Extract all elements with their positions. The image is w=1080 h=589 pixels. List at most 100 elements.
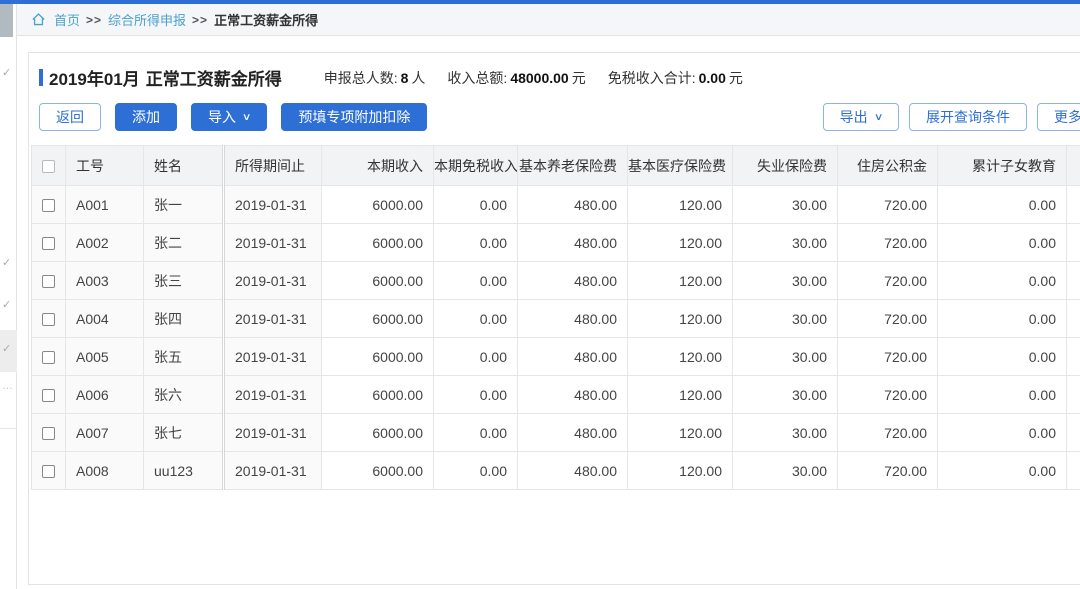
- cell-checkbox: [31, 261, 66, 300]
- table-cell: 30.00: [732, 261, 838, 300]
- table-cell: 0.00: [937, 261, 1067, 300]
- table-cell: 张七: [143, 413, 224, 452]
- chevron-down-icon: ∨: [873, 111, 884, 123]
- row-checkbox[interactable]: [42, 275, 55, 289]
- table-cell: 0.00: [433, 185, 518, 224]
- table-cell: A004: [65, 299, 144, 338]
- table-cell: 480.00: [517, 451, 628, 490]
- table-cell: 2019-01-31: [222, 299, 322, 338]
- table-cell: 6000.00: [321, 337, 434, 376]
- table-cell: 0.00: [433, 337, 518, 376]
- table-cell: A006: [65, 375, 144, 414]
- table-cell: 480.00: [517, 337, 628, 376]
- table-cell: 480.00: [517, 375, 628, 414]
- table-cell: 30.00: [732, 185, 838, 224]
- row-checkbox[interactable]: [42, 465, 55, 479]
- row-checkbox[interactable]: [42, 313, 55, 327]
- add-button[interactable]: 添加: [115, 103, 177, 131]
- cell-filler: [1066, 451, 1080, 490]
- stat-total-income: 收入总额: 48000.00 元: [447, 68, 585, 88]
- header-row: 工号 姓名 所得期间止 本期收入 本期免税收入 基本养老保险费 基本医疗保险费 失业保险费 住房…: [31, 145, 1080, 186]
- prefill-special-deduction-button[interactable]: 预填专项附加扣除: [281, 103, 428, 131]
- select-all-checkbox[interactable]: [42, 160, 55, 174]
- collapsed-sidebar[interactable]: ✓ ✓ ✓ ✓ …: [0, 4, 17, 589]
- toolbar: 返回 添加 导入 ∨ 预填专项附加扣除 导出 ∨ 展开查询条件 更多操作: [29, 103, 1080, 131]
- row-checkbox[interactable]: [42, 389, 55, 403]
- table-cell: 720.00: [837, 451, 938, 490]
- row-checkbox[interactable]: [42, 427, 55, 441]
- table-cell: 0.00: [433, 451, 518, 490]
- sidebar-collapsed-item-icon[interactable]: ✓: [2, 66, 11, 79]
- row-checkbox[interactable]: [42, 237, 55, 251]
- table-cell: 30.00: [732, 223, 838, 262]
- table-cell: 0.00: [433, 261, 518, 300]
- sidebar-ellipsis-icon: …: [2, 380, 14, 392]
- header-cell-checkbox: [31, 145, 66, 186]
- home-icon[interactable]: [31, 12, 46, 27]
- import-dropdown-button[interactable]: 导入 ∨: [191, 103, 268, 131]
- table-cell: A005: [65, 337, 144, 376]
- table-row: A006 张六 2019-01-31 6000.00 0.00 480.00 120.00 3…: [31, 375, 1080, 414]
- summary-stats: 申报总人数: 8 人 收入总额: 48000.00 元 免税收入合计: 0.00 元: [324, 68, 743, 88]
- table-row: A001 张一 2019-01-31 6000.00 0.00 480.00 120.00 3…: [31, 185, 1080, 224]
- table-cell: 6000.00: [321, 413, 434, 452]
- cell-checkbox: [31, 223, 66, 262]
- table-cell: 0.00: [433, 375, 518, 414]
- table-cell: 120.00: [627, 261, 733, 300]
- table-cell: 2019-01-31: [222, 337, 322, 376]
- table-cell: 6000.00: [321, 261, 434, 300]
- cell-filler: [1066, 261, 1080, 300]
- table-cell: 720.00: [837, 261, 938, 300]
- main-panel: 2019年01月 正常工资薪金所得 申报总人数: 8 人 收入总额: 48000.00 元…: [28, 52, 1080, 585]
- table-cell: 30.00: [732, 451, 838, 490]
- table-cell: 30.00: [732, 337, 838, 376]
- table-cell: 120.00: [627, 223, 733, 262]
- expand-query-button[interactable]: 展开查询条件: [909, 103, 1027, 131]
- breadcrumb-separator: >>: [192, 12, 209, 27]
- table-cell: 0.00: [937, 185, 1067, 224]
- table-cell: 120.00: [627, 451, 733, 490]
- table-cell: 720.00: [837, 299, 938, 338]
- breadcrumb-link-comprehensive-income[interactable]: 综合所得申报: [108, 10, 186, 29]
- header-cell: 基本医疗保险费: [627, 145, 733, 186]
- table-cell: 张五: [143, 337, 224, 376]
- title-accent-marker: [39, 69, 43, 86]
- stat-unit: 元: [571, 69, 586, 86]
- header-cell: 姓名: [143, 145, 224, 186]
- cell-checkbox: [31, 413, 66, 452]
- cell-filler: [1066, 185, 1080, 224]
- stat-unit: 人: [411, 69, 426, 86]
- table-row: A003 张三 2019-01-31 6000.00 0.00 480.00 120.00 3…: [31, 261, 1080, 300]
- table-cell: 0.00: [937, 413, 1067, 452]
- table-cell: 6000.00: [321, 185, 434, 224]
- more-actions-button[interactable]: 更多操作: [1037, 103, 1080, 131]
- back-button[interactable]: 返回: [39, 103, 101, 131]
- sidebar-collapsed-item-icon[interactable]: ✓: [2, 256, 11, 269]
- chevron-down-icon: ∨: [241, 111, 252, 123]
- table-cell: 2019-01-31: [222, 223, 322, 262]
- export-dropdown-button[interactable]: 导出 ∨: [822, 103, 899, 131]
- table-cell: A001: [65, 185, 144, 224]
- table-cell: 张三: [143, 261, 224, 300]
- stat-label: 免税收入合计:: [607, 69, 696, 86]
- table-cell: 0.00: [937, 223, 1067, 262]
- header-cell: 工号: [65, 145, 144, 186]
- table-cell: 2019-01-31: [222, 451, 322, 490]
- cell-filler: [1066, 413, 1080, 452]
- table-cell: 0.00: [937, 299, 1067, 338]
- sidebar-collapsed-item-icon[interactable]: ✓: [2, 298, 11, 311]
- stat-value: 8: [400, 69, 409, 86]
- table-cell: 6000.00: [321, 451, 434, 490]
- header-cell: 失业保险费: [732, 145, 838, 186]
- stat-unit: 元: [728, 69, 743, 86]
- header-cell: 本期免税收入: [433, 145, 518, 186]
- sidebar-collapsed-item-icon[interactable]: ✓: [2, 342, 11, 355]
- breadcrumb: 首页 >> 综合所得申报 >> 正常工资薪金所得: [17, 4, 1080, 36]
- table-body: A001 张一 2019-01-31 6000.00 0.00 480.00 120.00 3…: [31, 185, 1080, 490]
- table-row: A008 uu123 2019-01-31 6000.00 0.00 480.00 120.…: [31, 451, 1080, 490]
- breadcrumb-home-link[interactable]: 首页: [54, 10, 80, 29]
- header-cell: 累计子女教育: [937, 145, 1067, 186]
- row-checkbox[interactable]: [42, 199, 55, 213]
- stat-value: 48000.00: [510, 69, 569, 86]
- row-checkbox[interactable]: [42, 351, 55, 365]
